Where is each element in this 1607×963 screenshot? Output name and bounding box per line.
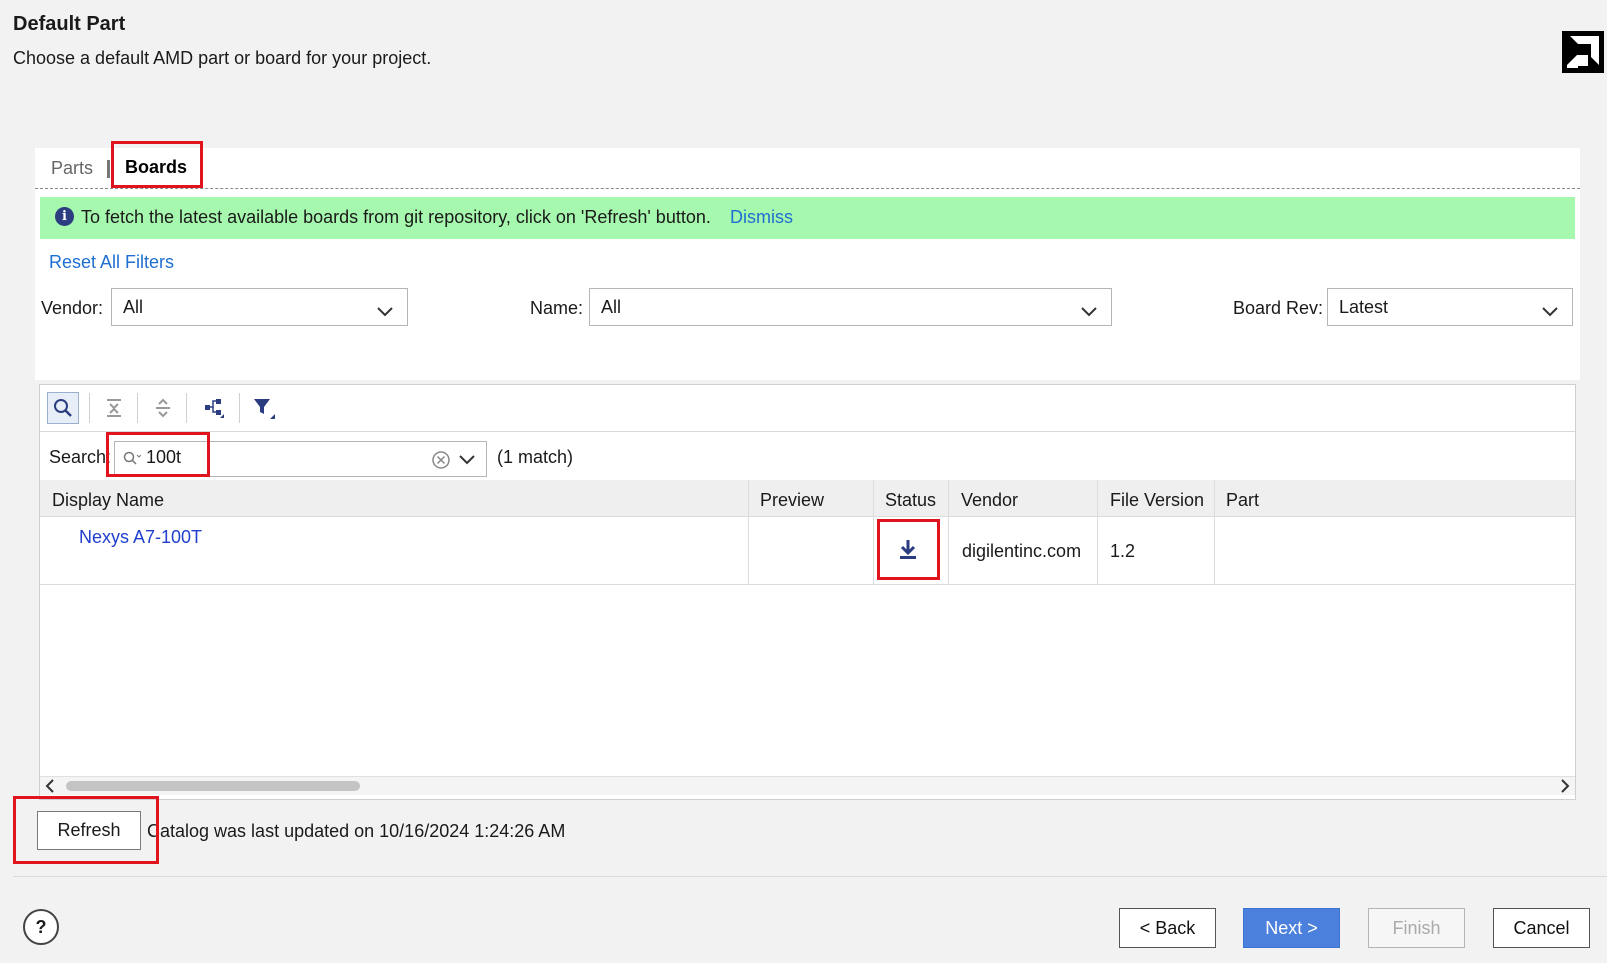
tab-bar (35, 148, 1580, 189)
footer-divider (13, 876, 1607, 877)
scroll-right-icon[interactable] (1560, 779, 1570, 793)
name-value: All (601, 297, 622, 317)
vendor-label: Vendor: (41, 298, 104, 318)
name-label: Name: (530, 298, 584, 318)
tab-divider (107, 160, 110, 178)
column-divider (748, 480, 749, 585)
search-icon[interactable] (47, 392, 79, 424)
column-divider (1097, 480, 1098, 585)
refresh-button[interactable]: Refresh (37, 811, 141, 850)
toolbar-divider (186, 393, 187, 423)
chevron-down-icon (377, 301, 393, 322)
hierarchy-icon[interactable] (198, 392, 230, 424)
match-count: (1 match) (497, 447, 574, 467)
column-header-file-version[interactable]: File Version (1110, 490, 1204, 511)
column-header-display-name[interactable]: Display Name (52, 490, 164, 511)
download-icon[interactable] (897, 538, 919, 565)
reset-all-filters-link[interactable]: Reset All Filters (49, 252, 174, 273)
search-value: 100t (146, 447, 182, 467)
column-header-part[interactable]: Part (1226, 490, 1259, 511)
tab-parts[interactable]: Parts (51, 158, 93, 179)
expand-all-icon[interactable] (147, 392, 179, 424)
toolbar-divider (137, 393, 138, 423)
catalog-updated-text: Catalog was last updated on 10/16/2024 1… (147, 821, 566, 841)
clear-icon[interactable] (432, 451, 450, 469)
collapse-all-icon[interactable] (98, 392, 130, 424)
scrollbar-thumb[interactable] (66, 781, 360, 791)
tab-boards[interactable]: Boards (125, 157, 187, 178)
column-header-status[interactable]: Status (885, 490, 936, 511)
column-divider (1214, 480, 1215, 585)
chevron-down-icon[interactable] (459, 455, 475, 465)
column-header-vendor[interactable]: Vendor (961, 490, 1018, 511)
finish-button[interactable]: Finish (1368, 908, 1465, 948)
toolbar-divider (89, 393, 90, 423)
search-icon (123, 451, 141, 465)
column-divider (873, 480, 874, 585)
table-row-divider (40, 584, 1575, 585)
page-title: Default Part (13, 13, 126, 35)
column-divider (948, 480, 949, 585)
search-label: Search: (49, 447, 112, 467)
vendor-select[interactable]: All (111, 288, 408, 326)
chevron-down-icon (1081, 301, 1097, 322)
board-rev-select[interactable]: Latest (1327, 288, 1573, 326)
cancel-button[interactable]: Cancel (1493, 908, 1590, 948)
amd-logo-icon (1562, 31, 1604, 73)
dismiss-link[interactable]: Dismiss (730, 207, 793, 228)
board-rev-value: Latest (1339, 297, 1389, 317)
file-version-cell: 1.2 (1110, 541, 1136, 561)
info-icon: i (55, 207, 74, 226)
board-name-link[interactable]: Nexys A7-100T (79, 527, 202, 548)
next-button[interactable]: Next > (1243, 908, 1340, 948)
help-button[interactable]: ? (23, 909, 59, 945)
vendor-value: All (123, 297, 144, 317)
page-subtitle: Choose a default AMD part or board for y… (13, 48, 432, 68)
scroll-left-icon[interactable] (45, 779, 55, 793)
banner-message: To fetch the latest available boards fro… (81, 207, 711, 227)
chevron-down-icon (1542, 301, 1558, 322)
toolbar-divider (239, 393, 240, 423)
back-button[interactable]: < Back (1119, 908, 1216, 948)
name-select[interactable]: All (589, 288, 1112, 326)
column-header-preview[interactable]: Preview (760, 490, 824, 511)
filter-icon[interactable] (248, 392, 280, 424)
vendor-cell: digilentinc.com (962, 541, 1082, 561)
board-rev-label: Board Rev: (1233, 298, 1324, 318)
